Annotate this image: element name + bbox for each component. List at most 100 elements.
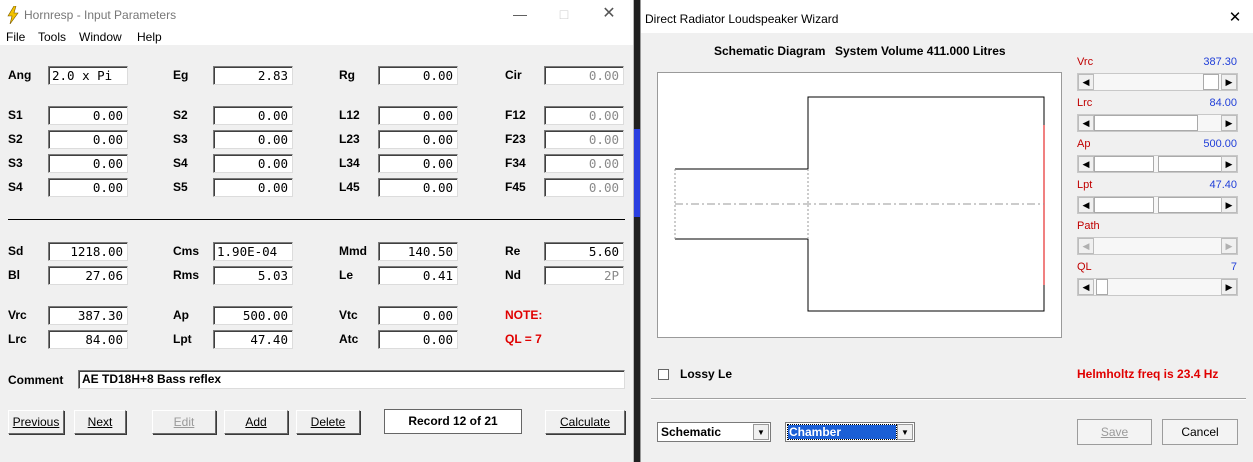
label-bl: Bl <box>8 268 20 282</box>
arrow-right-icon: ▶ <box>1221 238 1237 254</box>
label-cir: Cir <box>505 68 522 82</box>
label-s2-row2: S2 <box>8 132 23 146</box>
arrow-left-icon[interactable]: ◀ <box>1078 279 1094 295</box>
label-ap: Ap <box>173 308 189 322</box>
arrow-right-icon[interactable]: ▶ <box>1221 156 1237 172</box>
menu-file[interactable]: File <box>6 30 25 44</box>
cancel-button[interactable]: Cancel <box>1162 419 1238 445</box>
label-l12: L12 <box>339 108 360 122</box>
label-vrc: Vrc <box>8 308 27 322</box>
slider-label-path: Path <box>1077 220 1100 232</box>
field-sd[interactable]: 1218.00 <box>48 242 128 261</box>
lossy-le-checkbox[interactable] <box>658 369 669 380</box>
field-vtc[interactable]: 0.00 <box>378 306 458 325</box>
slider-thumb[interactable] <box>1094 156 1154 172</box>
label-eg: Eg <box>173 68 189 82</box>
label-atc: Atc <box>339 332 359 346</box>
slider-ap[interactable]: ◀ ▶ <box>1077 155 1238 173</box>
slider-thumb-right[interactable] <box>1158 197 1222 213</box>
record-indicator: Record 12 of 21 <box>384 409 522 434</box>
next-button[interactable]: Next <box>74 410 126 434</box>
menu-tools[interactable]: Tools <box>38 30 66 44</box>
arrow-right-icon[interactable]: ▶ <box>1221 115 1237 131</box>
slider-ql[interactable]: ◀ ▶ <box>1077 278 1238 296</box>
field-atc[interactable]: 0.00 <box>378 330 458 349</box>
slider-value-lrc: 84.00 <box>1209 97 1237 109</box>
field-lpt[interactable]: 47.40 <box>213 330 293 349</box>
field-bl[interactable]: 27.06 <box>48 266 128 285</box>
label-s2: S2 <box>173 108 188 122</box>
close-icon[interactable]: ✕ <box>599 5 619 23</box>
field-s4[interactable]: 0.00 <box>213 154 293 173</box>
previous-button[interactable]: Previous <box>8 410 64 434</box>
label-le: Le <box>339 268 354 282</box>
schematic-diagram <box>657 72 1062 338</box>
system-volume: System Volume 411.000 Litres <box>835 44 1006 58</box>
field-lrc[interactable]: 84.00 <box>48 330 128 349</box>
field-f23: 0.00 <box>544 130 624 149</box>
close-icon[interactable]: ✕ <box>1226 9 1244 27</box>
field-l34[interactable]: 0.00 <box>378 154 458 173</box>
field-l23[interactable]: 0.00 <box>378 130 458 149</box>
comment-field[interactable]: AE TD18H+8 Bass reflex <box>78 370 625 389</box>
slider-thumb[interactable] <box>1094 197 1154 213</box>
helmholtz-frequency: Helmholtz freq is 23.4 Hz <box>1077 367 1219 381</box>
field-l45[interactable]: 0.00 <box>378 178 458 197</box>
field-eg[interactable]: 2.83 <box>213 66 293 85</box>
label-f34: F34 <box>505 156 526 170</box>
label-ang: Ang <box>8 68 32 82</box>
field-f12: 0.00 <box>544 106 624 125</box>
field-s3-row3[interactable]: 0.00 <box>48 154 128 173</box>
add-button[interactable]: Add <box>224 410 288 434</box>
slider-label-lpt: Lpt <box>1077 179 1093 191</box>
field-le[interactable]: 0.41 <box>378 266 458 285</box>
field-ap[interactable]: 500.00 <box>213 306 293 325</box>
arrow-right-icon[interactable]: ▶ <box>1221 279 1237 295</box>
minimize-icon[interactable]: — <box>510 5 530 23</box>
arrow-left-icon[interactable]: ◀ <box>1078 74 1094 90</box>
slider-vrc[interactable]: ◀ ▶ <box>1077 73 1238 91</box>
view-select[interactable]: Schematic ▼ <box>657 422 771 442</box>
field-l12[interactable]: 0.00 <box>378 106 458 125</box>
slider-label-lrc: Lrc <box>1077 97 1093 109</box>
chevron-down-icon[interactable]: ▼ <box>897 424 913 440</box>
label-vtc: Vtc <box>339 308 358 322</box>
label-re: Re <box>505 244 521 258</box>
delete-button[interactable]: Delete <box>296 410 360 434</box>
field-mmd[interactable]: 140.50 <box>378 242 458 261</box>
field-cms[interactable]: 1.90E-04 <box>213 242 293 261</box>
slider-thumb[interactable] <box>1094 115 1198 131</box>
type-select[interactable]: Chamber ▼ <box>785 422 915 442</box>
field-s2-row2[interactable]: 0.00 <box>48 130 128 149</box>
chevron-down-icon[interactable]: ▼ <box>753 424 769 440</box>
label-sd: Sd <box>8 244 24 258</box>
arrow-right-icon[interactable]: ▶ <box>1221 197 1237 213</box>
menu-window[interactable]: Window <box>79 30 122 44</box>
field-rms[interactable]: 5.03 <box>213 266 293 285</box>
slider-thumb[interactable] <box>1096 279 1108 295</box>
slider-thumb[interactable] <box>1203 74 1219 90</box>
arrow-right-icon[interactable]: ▶ <box>1221 74 1237 90</box>
type-select-value: Chamber <box>787 424 897 440</box>
field-re[interactable]: 5.60 <box>544 242 624 261</box>
field-s3[interactable]: 0.00 <box>213 130 293 149</box>
lossy-le-label: Lossy Le <box>680 367 733 381</box>
arrow-left-icon: ◀ <box>1078 238 1094 254</box>
field-s4-row4[interactable]: 0.00 <box>48 178 128 197</box>
field-s2[interactable]: 0.00 <box>213 106 293 125</box>
slider-thumb-right[interactable] <box>1158 156 1222 172</box>
field-s5[interactable]: 0.00 <box>213 178 293 197</box>
arrow-left-icon[interactable]: ◀ <box>1078 156 1094 172</box>
arrow-left-icon[interactable]: ◀ <box>1078 197 1094 213</box>
slider-value-ql: 7 <box>1230 261 1237 273</box>
field-vrc[interactable]: 387.30 <box>48 306 128 325</box>
field-s1[interactable]: 0.00 <box>48 106 128 125</box>
calculate-button[interactable]: Calculate <box>545 410 625 434</box>
arrow-left-icon[interactable]: ◀ <box>1078 115 1094 131</box>
field-rg[interactable]: 0.00 <box>378 66 458 85</box>
field-ang[interactable]: 2.0 x Pi <box>48 66 128 85</box>
slider-lrc[interactable]: ◀ ▶ <box>1077 114 1238 132</box>
slider-lpt[interactable]: ◀ ▶ <box>1077 196 1238 214</box>
wizard-title: Direct Radiator Loudspeaker Wizard <box>645 12 839 26</box>
menu-help[interactable]: Help <box>137 30 162 44</box>
